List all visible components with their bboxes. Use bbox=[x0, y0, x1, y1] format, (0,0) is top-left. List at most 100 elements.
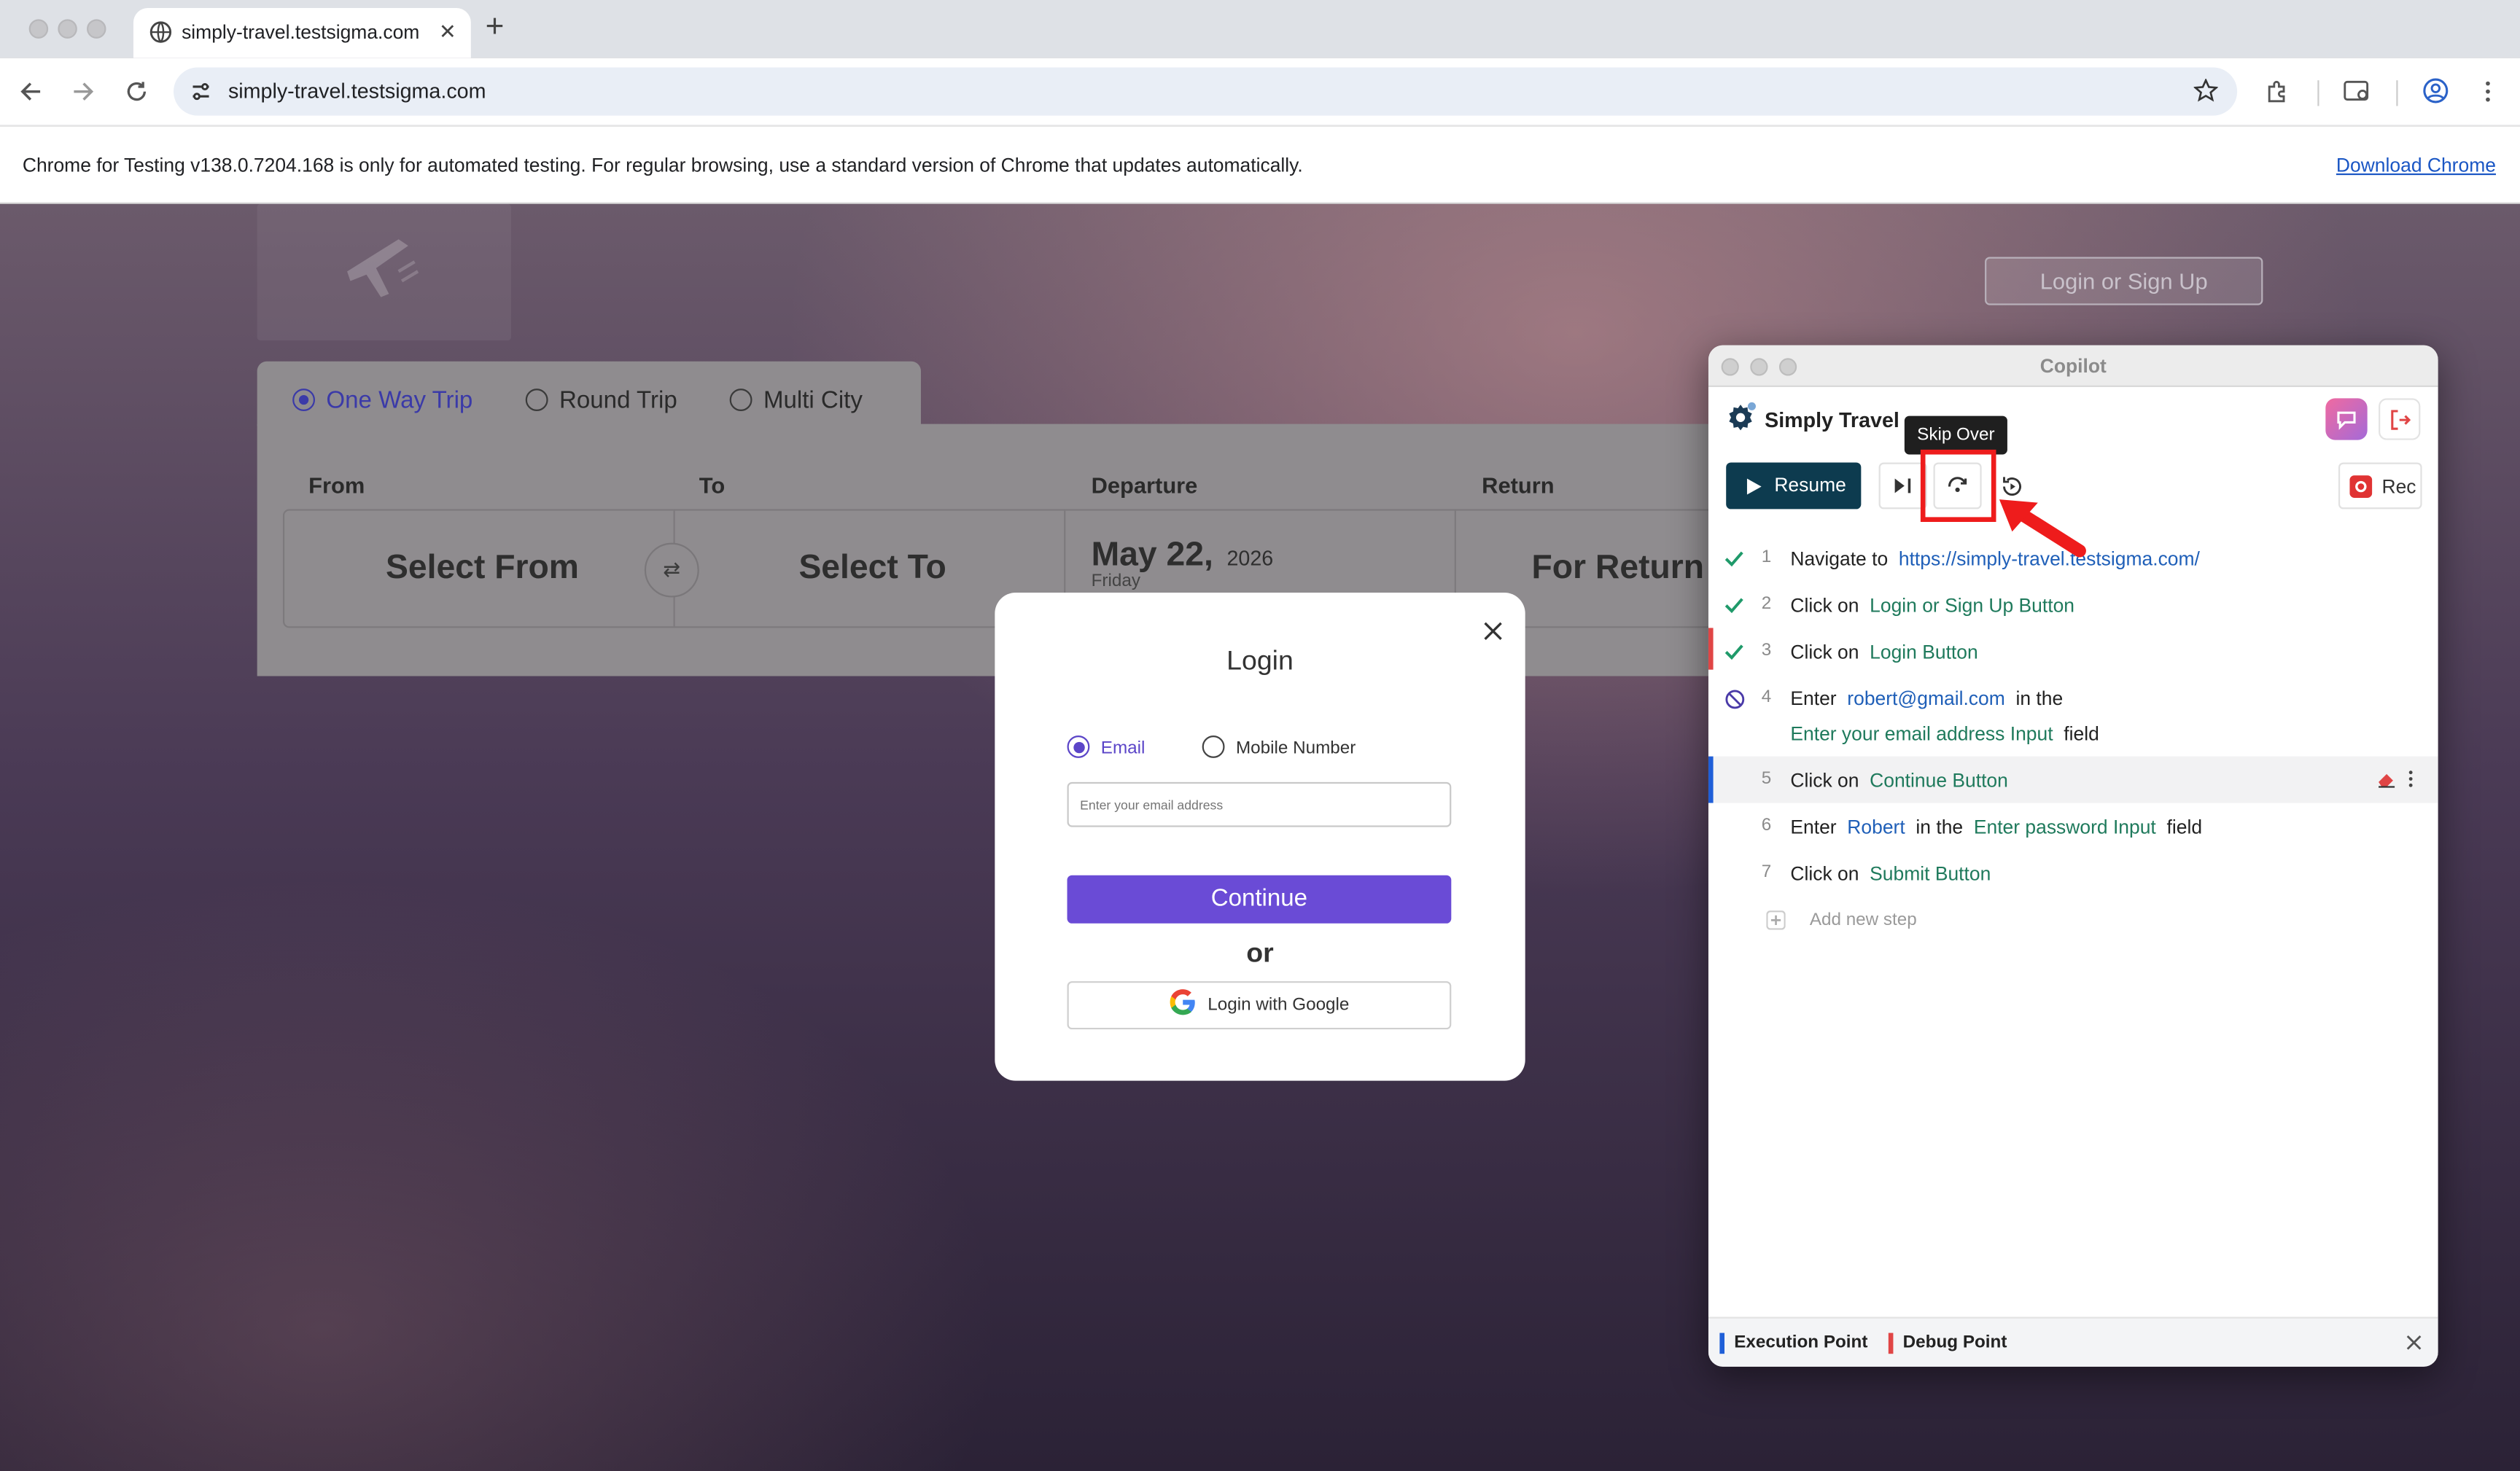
step-menu-icon[interactable] bbox=[2408, 769, 2414, 788]
toolbar-divider bbox=[2396, 80, 2398, 106]
play-icon bbox=[1746, 478, 1762, 495]
browser-tab[interactable]: simply-travel.testsigma.com ✕ bbox=[133, 8, 471, 58]
close-icon[interactable] bbox=[1482, 620, 1504, 642]
departure-date: May 22, bbox=[1091, 536, 1213, 574]
bookmark-star-icon[interactable] bbox=[2193, 78, 2218, 103]
highlight-box bbox=[1920, 449, 1996, 523]
from-field[interactable]: Select From bbox=[386, 549, 579, 588]
url-text: simply-travel.testsigma.com bbox=[228, 78, 486, 103]
site-settings-icon[interactable] bbox=[190, 80, 212, 103]
exit-button[interactable] bbox=[2379, 398, 2421, 440]
departure-field[interactable]: May 22, 2026 Friday bbox=[1092, 536, 1445, 594]
step-action: Enter bbox=[1790, 816, 1837, 839]
add-step-label: Add new step bbox=[1809, 910, 1917, 930]
copilot-titlebar: Copilot bbox=[1708, 345, 2438, 387]
swap-locations-icon[interactable]: ⇄ bbox=[644, 542, 699, 598]
tab-search-icon[interactable] bbox=[2344, 79, 2373, 104]
plus-icon bbox=[1766, 910, 1786, 930]
multi-city-radio[interactable]: Multi City bbox=[729, 387, 863, 414]
close-tab-icon[interactable]: ✕ bbox=[439, 19, 456, 44]
radio-selected-icon bbox=[1067, 736, 1090, 758]
step-action: Navigate to bbox=[1790, 547, 1889, 571]
app-name: Simply Travel bbox=[1765, 407, 1899, 432]
annotation-arrow-icon bbox=[1999, 499, 2086, 558]
step-target: Continue Button bbox=[1870, 769, 2008, 792]
copilot-window-title: Copilot bbox=[2039, 354, 2107, 378]
departure-year: 2026 bbox=[1226, 546, 1274, 571]
step-forward-button[interactable] bbox=[1878, 462, 1927, 510]
step-action: Click on bbox=[1790, 769, 1859, 792]
plane-logo-icon bbox=[347, 239, 419, 297]
round-trip-radio[interactable]: Round Trip bbox=[525, 387, 677, 414]
debug-point-legend: Debug Point bbox=[1902, 1333, 2007, 1353]
return-field[interactable]: For Return bbox=[1532, 549, 1705, 588]
radio-icon bbox=[1202, 736, 1225, 758]
return-label: Return bbox=[1482, 472, 1555, 498]
debug-point-swatch bbox=[1888, 1333, 1894, 1354]
toolbar-divider bbox=[2317, 80, 2319, 106]
app-gear-icon bbox=[1729, 402, 1756, 431]
step-target: Login or Sign Up Button bbox=[1870, 594, 2075, 617]
tab-title: simply-travel.testsigma.com bbox=[182, 20, 420, 44]
minimize-window-button[interactable] bbox=[58, 19, 77, 39]
resume-button[interactable]: Resume bbox=[1726, 462, 1862, 510]
exit-icon bbox=[2391, 410, 2411, 430]
login-modal: Login Email Mobile Number Continue or Lo… bbox=[995, 592, 1525, 1081]
skipped-step-icon bbox=[1725, 690, 1745, 709]
close-window-button[interactable] bbox=[28, 19, 49, 39]
download-chrome-link[interactable]: Download Chrome bbox=[2336, 154, 2496, 176]
mobile-number-radio[interactable]: Mobile Number bbox=[1202, 736, 1356, 758]
step-target: Submit Button bbox=[1870, 862, 1991, 885]
radio-selected-icon bbox=[292, 389, 316, 411]
debug-point-marker[interactable] bbox=[1708, 628, 1714, 670]
record-button[interactable]: Rec bbox=[2338, 462, 2422, 510]
record-icon bbox=[2349, 475, 2373, 498]
info-bar: Chrome for Testing v138.0.7204.168 is on… bbox=[0, 125, 2520, 204]
step-target: Enter password Input bbox=[1973, 816, 2156, 839]
chat-sparkle-icon bbox=[2337, 411, 2356, 430]
globe-icon bbox=[149, 21, 172, 43]
email-radio[interactable]: Email bbox=[1067, 736, 1145, 758]
execution-point-swatch bbox=[1719, 1333, 1724, 1354]
new-tab-button[interactable]: + bbox=[486, 9, 505, 47]
to-label: To bbox=[699, 472, 726, 498]
step-action: Click on bbox=[1790, 594, 1859, 617]
step-action: Click on bbox=[1790, 862, 1859, 885]
step-action: Click on bbox=[1790, 641, 1859, 663]
google-logo-icon bbox=[1170, 989, 1196, 1015]
close-legend-icon[interactable] bbox=[2406, 1335, 2422, 1351]
departure-label: Departure bbox=[1091, 472, 1198, 498]
check-icon bbox=[1724, 644, 1743, 660]
continue-button[interactable]: Continue bbox=[1067, 875, 1452, 924]
execution-point-legend: Execution Point bbox=[1734, 1333, 1868, 1353]
or-divider: or bbox=[1246, 937, 1274, 969]
login-with-google-button[interactable]: Login with Google bbox=[1067, 981, 1452, 1030]
step-value: Robert bbox=[1847, 816, 1905, 839]
execution-point-marker bbox=[1708, 756, 1714, 803]
copilot-legend: Execution Point Debug Point bbox=[1708, 1316, 2438, 1367]
departure-weekday: Friday bbox=[1091, 571, 1140, 591]
back-arrow-icon[interactable] bbox=[19, 80, 42, 103]
address-bar[interactable]: simply-travel.testsigma.com bbox=[174, 67, 2238, 116]
modal-title: Login bbox=[1226, 645, 1294, 676]
reload-icon[interactable] bbox=[125, 80, 148, 103]
step-value: robert@gmail.com bbox=[1847, 687, 2005, 710]
check-icon bbox=[1724, 598, 1743, 614]
forward-arrow-icon[interactable] bbox=[72, 80, 95, 103]
profile-icon[interactable] bbox=[2422, 77, 2449, 104]
to-field[interactable]: Select To bbox=[798, 549, 946, 588]
eraser-icon[interactable] bbox=[2377, 770, 2396, 788]
ai-assistant-button[interactable] bbox=[2325, 398, 2368, 440]
step-target: Login Button bbox=[1870, 641, 1978, 663]
email-input[interactable] bbox=[1067, 781, 1452, 827]
more-menu-icon[interactable] bbox=[2481, 79, 2494, 104]
step-action: Enter bbox=[1790, 687, 1837, 710]
one-way-trip-radio[interactable]: One Way Trip bbox=[292, 387, 472, 414]
login-signup-button[interactable]: Login or Sign Up bbox=[1985, 257, 2263, 305]
info-message: Chrome for Testing v138.0.7204.168 is on… bbox=[22, 154, 1303, 177]
extensions-icon[interactable] bbox=[2265, 79, 2290, 104]
skip-over-tooltip: Skip Over bbox=[1904, 415, 2007, 455]
google-button-label: Login with Google bbox=[1208, 995, 1350, 1015]
step-next-icon bbox=[1894, 478, 1911, 493]
zoom-window-button[interactable] bbox=[87, 19, 106, 39]
